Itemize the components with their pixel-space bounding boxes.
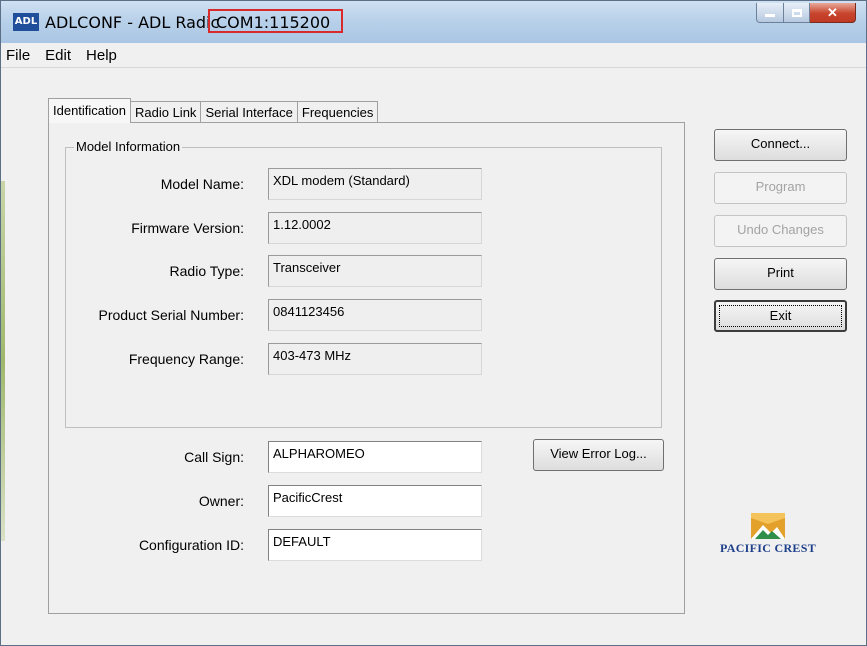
pacific-crest-logo-text: PACIFIC CREST (719, 541, 817, 555)
owner-label: Owner: (198, 493, 244, 509)
minimize-button[interactable] (756, 3, 784, 23)
view-error-log-button[interactable]: View Error Log... (533, 439, 664, 471)
configuration-id-label: Configuration ID: (138, 537, 244, 553)
firmware-version-field: 1.12.0002 (268, 212, 482, 244)
connect-button[interactable]: Connect... (714, 129, 847, 161)
radio-type-label: Radio Type: (169, 263, 244, 279)
maximize-button[interactable] (784, 3, 810, 23)
firmware-version-label: Firmware Version: (131, 220, 244, 236)
frequency-range-field: 403-473 MHz (268, 343, 482, 375)
menu-edit[interactable]: Edit (37, 47, 78, 64)
print-button[interactable]: Print (714, 258, 847, 290)
call-sign-label: Call Sign: (184, 449, 244, 465)
owner-input[interactable]: PacificCrest (268, 485, 482, 517)
menu-help[interactable]: Help (78, 47, 124, 64)
model-information-legend: Model Information (74, 139, 183, 154)
close-button[interactable]: ✕ (810, 3, 856, 23)
tab-identification[interactable]: Identification (48, 98, 131, 123)
window-title-port: COM1:115200 (216, 13, 331, 32)
call-sign-input[interactable]: ALPHAROMEO (268, 441, 482, 473)
tab-strip: Identification Radio Link Serial Interfa… (48, 98, 379, 123)
product-serial-number-label: Product Serial Number: (98, 307, 244, 323)
window-edge (1, 181, 5, 541)
caption-buttons: ✕ (756, 3, 856, 25)
menu-file[interactable]: File (1, 47, 37, 64)
app-window: ADL ADLCONF - ADL Radic COM1:115200 ✕ Fi… (0, 0, 867, 646)
tab-frequencies[interactable]: Frequencies (296, 101, 379, 123)
tab-radio-link[interactable]: Radio Link (130, 101, 202, 123)
tab-serial-interface[interactable]: Serial Interface (200, 101, 298, 123)
exit-button[interactable]: Exit (714, 300, 847, 332)
frequency-range-label: Frequency Range: (128, 351, 244, 367)
exit-focus-ring (719, 305, 842, 327)
app-icon: ADL (13, 13, 39, 31)
close-icon: ✕ (827, 4, 838, 20)
window-bottom-edge (1, 637, 866, 645)
product-serial-number-field: 0841123456 (268, 299, 482, 331)
program-button[interactable]: Program (714, 172, 847, 204)
undo-changes-button[interactable]: Undo Changes (714, 215, 847, 247)
radio-type-field: Transceiver (268, 255, 482, 287)
model-name-label: Model Name: (160, 176, 244, 192)
model-name-field: XDL modem (Standard) (268, 168, 482, 200)
title-bar[interactable]: ADL ADLCONF - ADL Radic COM1:115200 ✕ (1, 1, 866, 43)
window-title: ADLCONF - ADL Radic (45, 13, 220, 32)
configuration-id-input[interactable]: DEFAULT (268, 529, 482, 561)
maximize-icon (791, 8, 802, 17)
minimize-icon (765, 14, 775, 17)
menu-bar: File Edit Help (1, 43, 866, 68)
